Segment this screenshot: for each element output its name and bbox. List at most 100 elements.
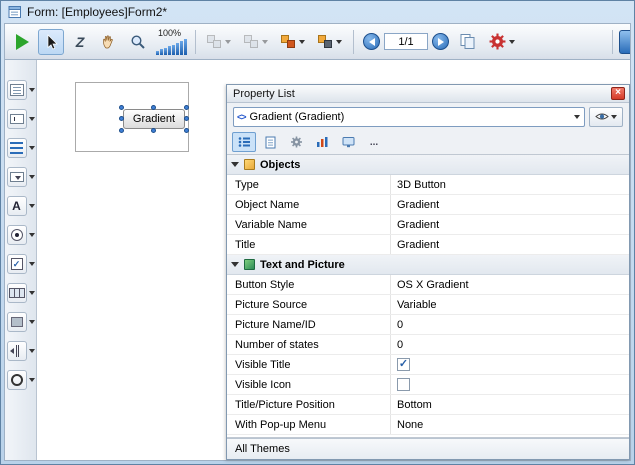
page-indicator[interactable]: 1/1 xyxy=(384,33,428,50)
entry-order-button[interactable]: Z xyxy=(67,29,93,55)
collapse-triangle-icon[interactable] xyxy=(231,262,239,267)
objects-cube-icon xyxy=(244,159,255,170)
selection-handle[interactable] xyxy=(119,105,124,110)
execute-form-button[interactable] xyxy=(9,29,35,55)
move-tool-button[interactable] xyxy=(96,29,122,55)
dropdown-arrow-icon[interactable] xyxy=(29,146,35,150)
next-page-button[interactable] xyxy=(432,33,449,50)
tool-oval[interactable] xyxy=(7,370,35,390)
property-value[interactable]: 0 xyxy=(390,315,629,334)
tab-display[interactable] xyxy=(336,132,360,152)
chevron-down-icon xyxy=(336,40,342,44)
checkbox-unchecked[interactable] xyxy=(397,378,410,391)
form-canvas[interactable]: Gradient Property List × xyxy=(37,60,630,460)
pointer-tool-button[interactable] xyxy=(38,29,64,55)
property-value[interactable]: Variable xyxy=(390,295,629,314)
button-grid-tool-button[interactable] xyxy=(7,283,27,303)
zoom-bars-icon[interactable] xyxy=(156,39,187,55)
tool-splitter[interactable] xyxy=(7,341,35,361)
align-objects-dropdown[interactable] xyxy=(202,30,236,54)
static-text-tool-button[interactable]: A xyxy=(7,196,27,216)
distribute-objects-dropdown[interactable] xyxy=(239,30,273,54)
text-area-tool-button[interactable] xyxy=(7,80,27,100)
view-options-button[interactable] xyxy=(589,107,623,127)
dropdown-arrow-icon[interactable] xyxy=(29,291,35,295)
tool-rectangle[interactable] xyxy=(7,312,35,332)
monitor-icon xyxy=(342,136,355,148)
splitter-tool-button[interactable] xyxy=(7,341,27,361)
selection-handle[interactable] xyxy=(151,128,156,133)
tool-static-text[interactable]: A xyxy=(7,196,35,216)
tab-form[interactable] xyxy=(258,132,282,152)
dropdown-arrow-icon[interactable] xyxy=(29,262,35,266)
zoom-control[interactable]: 100% xyxy=(156,26,187,58)
theme-filter[interactable]: All Themes xyxy=(227,438,629,459)
collapse-triangle-icon[interactable] xyxy=(231,162,239,167)
selection-handle[interactable] xyxy=(184,105,189,110)
form-properties-dropdown[interactable] xyxy=(484,30,520,54)
property-name: Object Name xyxy=(227,195,390,214)
tool-checkbox[interactable]: ✓ xyxy=(7,254,35,274)
selected-object[interactable]: Gradient xyxy=(123,109,185,129)
tool-button-grid[interactable] xyxy=(7,283,35,303)
duplicate-dropdown[interactable] xyxy=(276,30,310,54)
display-pages-button[interactable] xyxy=(455,29,481,55)
checkbox-checked[interactable]: ✓ xyxy=(397,358,410,371)
previous-page-button[interactable] xyxy=(363,33,380,50)
tab-property-list[interactable] xyxy=(232,132,256,152)
more-icon: ... xyxy=(370,137,378,148)
zoom-tool-button[interactable] xyxy=(125,29,151,55)
checkbox-tool-button[interactable]: ✓ xyxy=(7,254,27,274)
property-list-titlebar[interactable]: Property List × xyxy=(227,85,629,103)
radio-button-tool-button[interactable] xyxy=(7,225,27,245)
hierarchical-list-tool-button[interactable] xyxy=(7,138,27,158)
chevron-down-icon xyxy=(225,40,231,44)
close-icon[interactable]: × xyxy=(611,87,625,100)
selection-handle[interactable] xyxy=(119,116,124,121)
property-value[interactable]: Gradient xyxy=(390,235,629,254)
window-titlebar[interactable]: Form: [Employees]Form2* xyxy=(4,1,631,23)
clipped-toolbar-icon[interactable] xyxy=(619,30,631,54)
rectangle-tool-button[interactable] xyxy=(7,312,27,332)
tool-input-field[interactable] xyxy=(7,109,35,129)
dropdown-arrow-icon[interactable] xyxy=(29,204,35,208)
property-section-header[interactable]: Text and Picture xyxy=(227,255,629,275)
combo-box-tool-button[interactable] xyxy=(7,167,27,187)
property-value[interactable]: OS X Gradient xyxy=(390,275,629,294)
dropdown-arrow-icon[interactable] xyxy=(29,320,35,324)
dropdown-arrow-icon[interactable] xyxy=(29,88,35,92)
tool-hierarchical-list[interactable] xyxy=(7,138,35,158)
property-value[interactable]: 0 xyxy=(390,335,629,354)
tab-action[interactable] xyxy=(284,132,308,152)
property-value[interactable] xyxy=(390,375,629,394)
property-value[interactable]: 3D Button xyxy=(390,175,629,194)
property-value[interactable]: ✓ xyxy=(390,355,629,374)
tool-text-area[interactable] xyxy=(7,80,35,100)
property-value[interactable]: None xyxy=(390,415,629,434)
form-area[interactable]: Gradient xyxy=(75,82,189,152)
object-selector-dropdown[interactable]: <> Gradient (Gradient) xyxy=(233,107,585,127)
selection-handle[interactable] xyxy=(184,128,189,133)
oval-tool-button[interactable] xyxy=(7,370,27,390)
tool-radio-button[interactable] xyxy=(7,225,35,245)
property-tabs: ... xyxy=(227,130,629,154)
tab-more[interactable]: ... xyxy=(362,132,386,152)
property-name: Variable Name xyxy=(227,215,390,234)
dropdown-arrow-icon[interactable] xyxy=(29,117,35,121)
property-value[interactable]: Gradient xyxy=(390,195,629,214)
property-value[interactable]: Bottom xyxy=(390,395,629,414)
gradient-button-object[interactable]: Gradient xyxy=(123,109,185,129)
dropdown-arrow-icon[interactable] xyxy=(29,378,35,382)
input-field-tool-button[interactable] xyxy=(7,109,27,129)
property-value[interactable]: Gradient xyxy=(390,215,629,234)
dropdown-arrow-icon[interactable] xyxy=(29,233,35,237)
selection-handle[interactable] xyxy=(119,128,124,133)
selection-handle[interactable] xyxy=(184,116,189,121)
dropdown-arrow-icon[interactable] xyxy=(29,175,35,179)
property-section-header[interactable]: Objects xyxy=(227,155,629,175)
level-dropdown[interactable] xyxy=(313,30,347,54)
tool-combo-box[interactable] xyxy=(7,167,35,187)
tab-events[interactable] xyxy=(310,132,334,152)
dropdown-arrow-icon[interactable] xyxy=(29,349,35,353)
selection-handle[interactable] xyxy=(151,105,156,110)
